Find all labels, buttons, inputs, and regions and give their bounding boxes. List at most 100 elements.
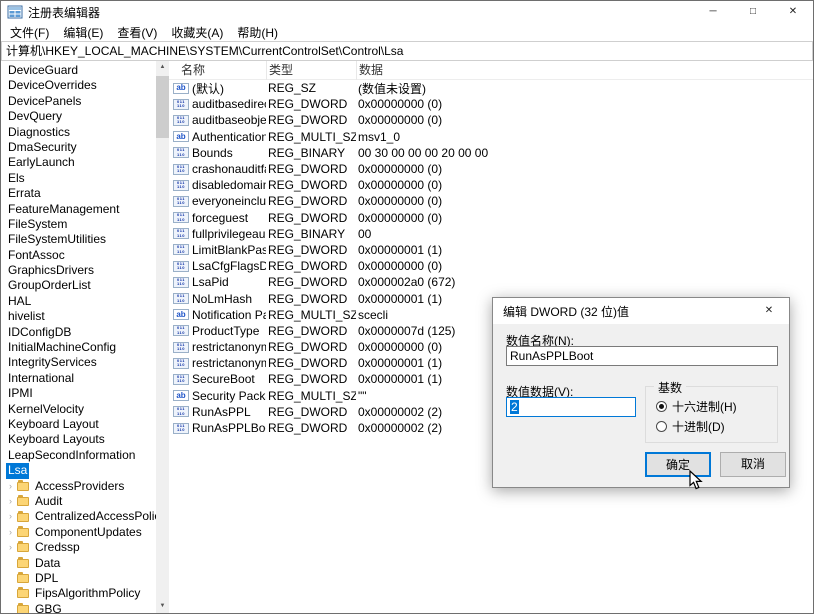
tree-item-LeapSecondInformation[interactable]: LeapSecondInformation	[1, 448, 156, 463]
tree-item-CentralizedAccessPolicies[interactable]: ›CentralizedAccessPolicies	[1, 509, 156, 524]
tree-item-label: LeapSecondInformation	[6, 448, 137, 463]
tree-item-InitialMachineConfig[interactable]: InitialMachineConfig	[1, 340, 156, 355]
menu-item-4[interactable]: 帮助(H)	[230, 23, 285, 42]
tree-item-IDConfigDB[interactable]: IDConfigDB	[1, 325, 156, 340]
value-row--默认-[interactable]: ab(默认)REG_SZ(数值未设置)	[169, 80, 813, 96]
tree-item-Credssp[interactable]: ›Credssp	[1, 540, 156, 555]
tree-item-HAL[interactable]: HAL	[1, 294, 156, 309]
maximize-button[interactable]: □	[733, 1, 773, 23]
tree-item-IntegrityServices[interactable]: IntegrityServices	[1, 355, 156, 370]
value-data: 0x00000000 (0)	[356, 194, 813, 208]
tree-item-GBG[interactable]: ›GBG	[1, 602, 156, 613]
tree-item-Errata[interactable]: Errata	[1, 186, 156, 201]
value-row-Authentication-[interactable]: abAuthentication ...REG_MULTI_SZmsv1_0	[169, 129, 813, 145]
tree-item-DeviceGuard[interactable]: DeviceGuard	[1, 63, 156, 78]
tree-item-label: GBG	[33, 602, 64, 613]
tree-item-DevQuery[interactable]: DevQuery	[1, 109, 156, 124]
value-row-everyoneinclud-[interactable]: 011110everyoneinclud...REG_DWORD0x000000…	[169, 193, 813, 209]
minimize-button[interactable]: ─	[693, 1, 733, 23]
tree-scrollbar[interactable]: ▲ ▼	[156, 61, 169, 613]
address-input[interactable]: 计算机\HKEY_LOCAL_MACHINE\SYSTEM\CurrentCon…	[1, 41, 813, 61]
tree-item-IPMI[interactable]: IPMI	[1, 386, 156, 401]
tree-item-ComponentUpdates[interactable]: ›ComponentUpdates	[1, 525, 156, 540]
tree-item-Data[interactable]: ›Data	[1, 556, 156, 571]
column-header-type[interactable]: 类型	[266, 61, 356, 80]
value-row-disabledomain-[interactable]: 011110disabledomain...REG_DWORD0x0000000…	[169, 177, 813, 193]
tree-item-FeatureManagement[interactable]: FeatureManagement	[1, 202, 156, 217]
value-name: NoLmHash	[192, 292, 252, 306]
value-row-LsaPid[interactable]: 011110LsaPidREG_DWORD0x000002a0 (672)	[169, 274, 813, 290]
column-header-name[interactable]: 名称	[169, 61, 266, 80]
tree-item-GroupOrderList[interactable]: GroupOrderList	[1, 278, 156, 293]
value-row-LimitBlankPass-[interactable]: 011110LimitBlankPass...REG_DWORD0x000000…	[169, 242, 813, 258]
menu-item-3[interactable]: 收藏夹(A)	[164, 23, 230, 42]
chevron-right-icon[interactable]: ›	[9, 479, 17, 494]
tree-item-International[interactable]: International	[1, 371, 156, 386]
chevron-right-icon[interactable]: ›	[9, 509, 17, 524]
value-data-input[interactable]: 2	[506, 397, 636, 417]
binary-value-icon: 011110	[173, 99, 189, 110]
value-row-auditbaseobje-[interactable]: 011110auditbaseobje...REG_DWORD0x0000000…	[169, 112, 813, 128]
scrollbar-track[interactable]	[156, 74, 169, 600]
binary-value-icon: 011110	[173, 228, 189, 239]
value-row-auditbasedirec-[interactable]: 011110auditbasedirec...REG_DWORD0x000000…	[169, 96, 813, 112]
value-row-crashonauditfail[interactable]: 011110crashonauditfailREG_DWORD0x0000000…	[169, 161, 813, 177]
tree-item-DeviceOverrides[interactable]: DeviceOverrides	[1, 78, 156, 93]
value-type: REG_DWORD	[266, 194, 356, 208]
tree-item-Lsa[interactable]: Lsa	[1, 463, 156, 478]
tree-item-EarlyLaunch[interactable]: EarlyLaunch	[1, 155, 156, 170]
cancel-button[interactable]: 取消	[720, 452, 786, 477]
tree-item-FileSystem[interactable]: FileSystem	[1, 217, 156, 232]
menu-item-1[interactable]: 编辑(E)	[56, 23, 110, 42]
value-type: REG_SZ	[266, 81, 356, 95]
scroll-down-icon[interactable]: ▼	[156, 600, 169, 613]
value-name: restrictanonym...	[192, 356, 266, 370]
value-row-Bounds[interactable]: 011110BoundsREG_BINARY00 30 00 00 00 20 …	[169, 145, 813, 161]
tree-item-FontAssoc[interactable]: FontAssoc	[1, 248, 156, 263]
scroll-up-icon[interactable]: ▲	[156, 61, 169, 74]
scrollbar-thumb[interactable]	[156, 76, 169, 138]
tree-item-label: IntegrityServices	[6, 355, 99, 370]
close-button[interactable]: ✕	[773, 1, 813, 23]
tree-item-Audit[interactable]: ›Audit	[1, 494, 156, 509]
tree-item-FileSystemUtilities[interactable]: FileSystemUtilities	[1, 232, 156, 247]
value-type: REG_BINARY	[266, 146, 356, 160]
tree-item-DPL[interactable]: ›DPL	[1, 571, 156, 586]
chevron-right-icon[interactable]: ›	[9, 525, 17, 540]
tree-item-Keyboard-Layouts[interactable]: Keyboard Layouts	[1, 432, 156, 447]
tree-item-label: International	[6, 371, 76, 386]
value-row-fullprivilegeau-[interactable]: 011110fullprivilegeau...REG_BINARY00	[169, 226, 813, 242]
string-value-icon: ab	[173, 83, 189, 94]
column-header-data[interactable]: 数据	[356, 61, 813, 80]
tree-item-label: AccessProviders	[33, 479, 126, 494]
value-data: 00 30 00 00 00 20 00 00	[356, 146, 813, 160]
tree-item-label: Lsa	[6, 463, 29, 478]
tree-item-Keyboard-Layout[interactable]: Keyboard Layout	[1, 417, 156, 432]
menu-item-0[interactable]: 文件(F)	[3, 23, 56, 42]
dialog-title: 编辑 DWORD (32 位)值	[503, 303, 629, 320]
tree-item-DmaSecurity[interactable]: DmaSecurity	[1, 140, 156, 155]
value-row-LsaCfgFlagsDe-[interactable]: 011110LsaCfgFlagsDe...REG_DWORD0x0000000…	[169, 258, 813, 274]
tree-item-Diagnostics[interactable]: Diagnostics	[1, 125, 156, 140]
tree-item-GraphicsDrivers[interactable]: GraphicsDrivers	[1, 263, 156, 278]
value-name-input[interactable]: RunAsPPLBoot	[506, 346, 778, 366]
dialog-close-icon[interactable]: ✕	[749, 298, 789, 324]
value-row-forceguest[interactable]: 011110forceguestREG_DWORD0x00000000 (0)	[169, 210, 813, 226]
string-value-icon: ab	[173, 309, 189, 320]
tree-item-Els[interactable]: Els	[1, 171, 156, 186]
tree-item-hivelist[interactable]: hivelist	[1, 309, 156, 324]
value-type: REG_DWORD	[266, 178, 356, 192]
radio-decimal[interactable]: 十进制(D)	[656, 418, 725, 435]
value-name: auditbaseobje...	[192, 113, 266, 127]
tree-item-KernelVelocity[interactable]: KernelVelocity	[1, 402, 156, 417]
radio-hexadecimal[interactable]: 十六进制(H)	[656, 398, 737, 415]
value-type: REG_DWORD	[266, 211, 356, 225]
menu-item-2[interactable]: 查看(V)	[110, 23, 164, 42]
tree-item-FipsAlgorithmPolicy[interactable]: ›FipsAlgorithmPolicy	[1, 586, 156, 601]
value-name: restrictanonym...	[192, 340, 266, 354]
chevron-right-icon[interactable]: ›	[9, 540, 17, 555]
chevron-right-icon[interactable]: ›	[9, 494, 17, 509]
folder-icon	[17, 482, 29, 491]
tree-item-DevicePanels[interactable]: DevicePanels	[1, 94, 156, 109]
tree-item-AccessProviders[interactable]: › AccessProviders	[1, 479, 156, 494]
